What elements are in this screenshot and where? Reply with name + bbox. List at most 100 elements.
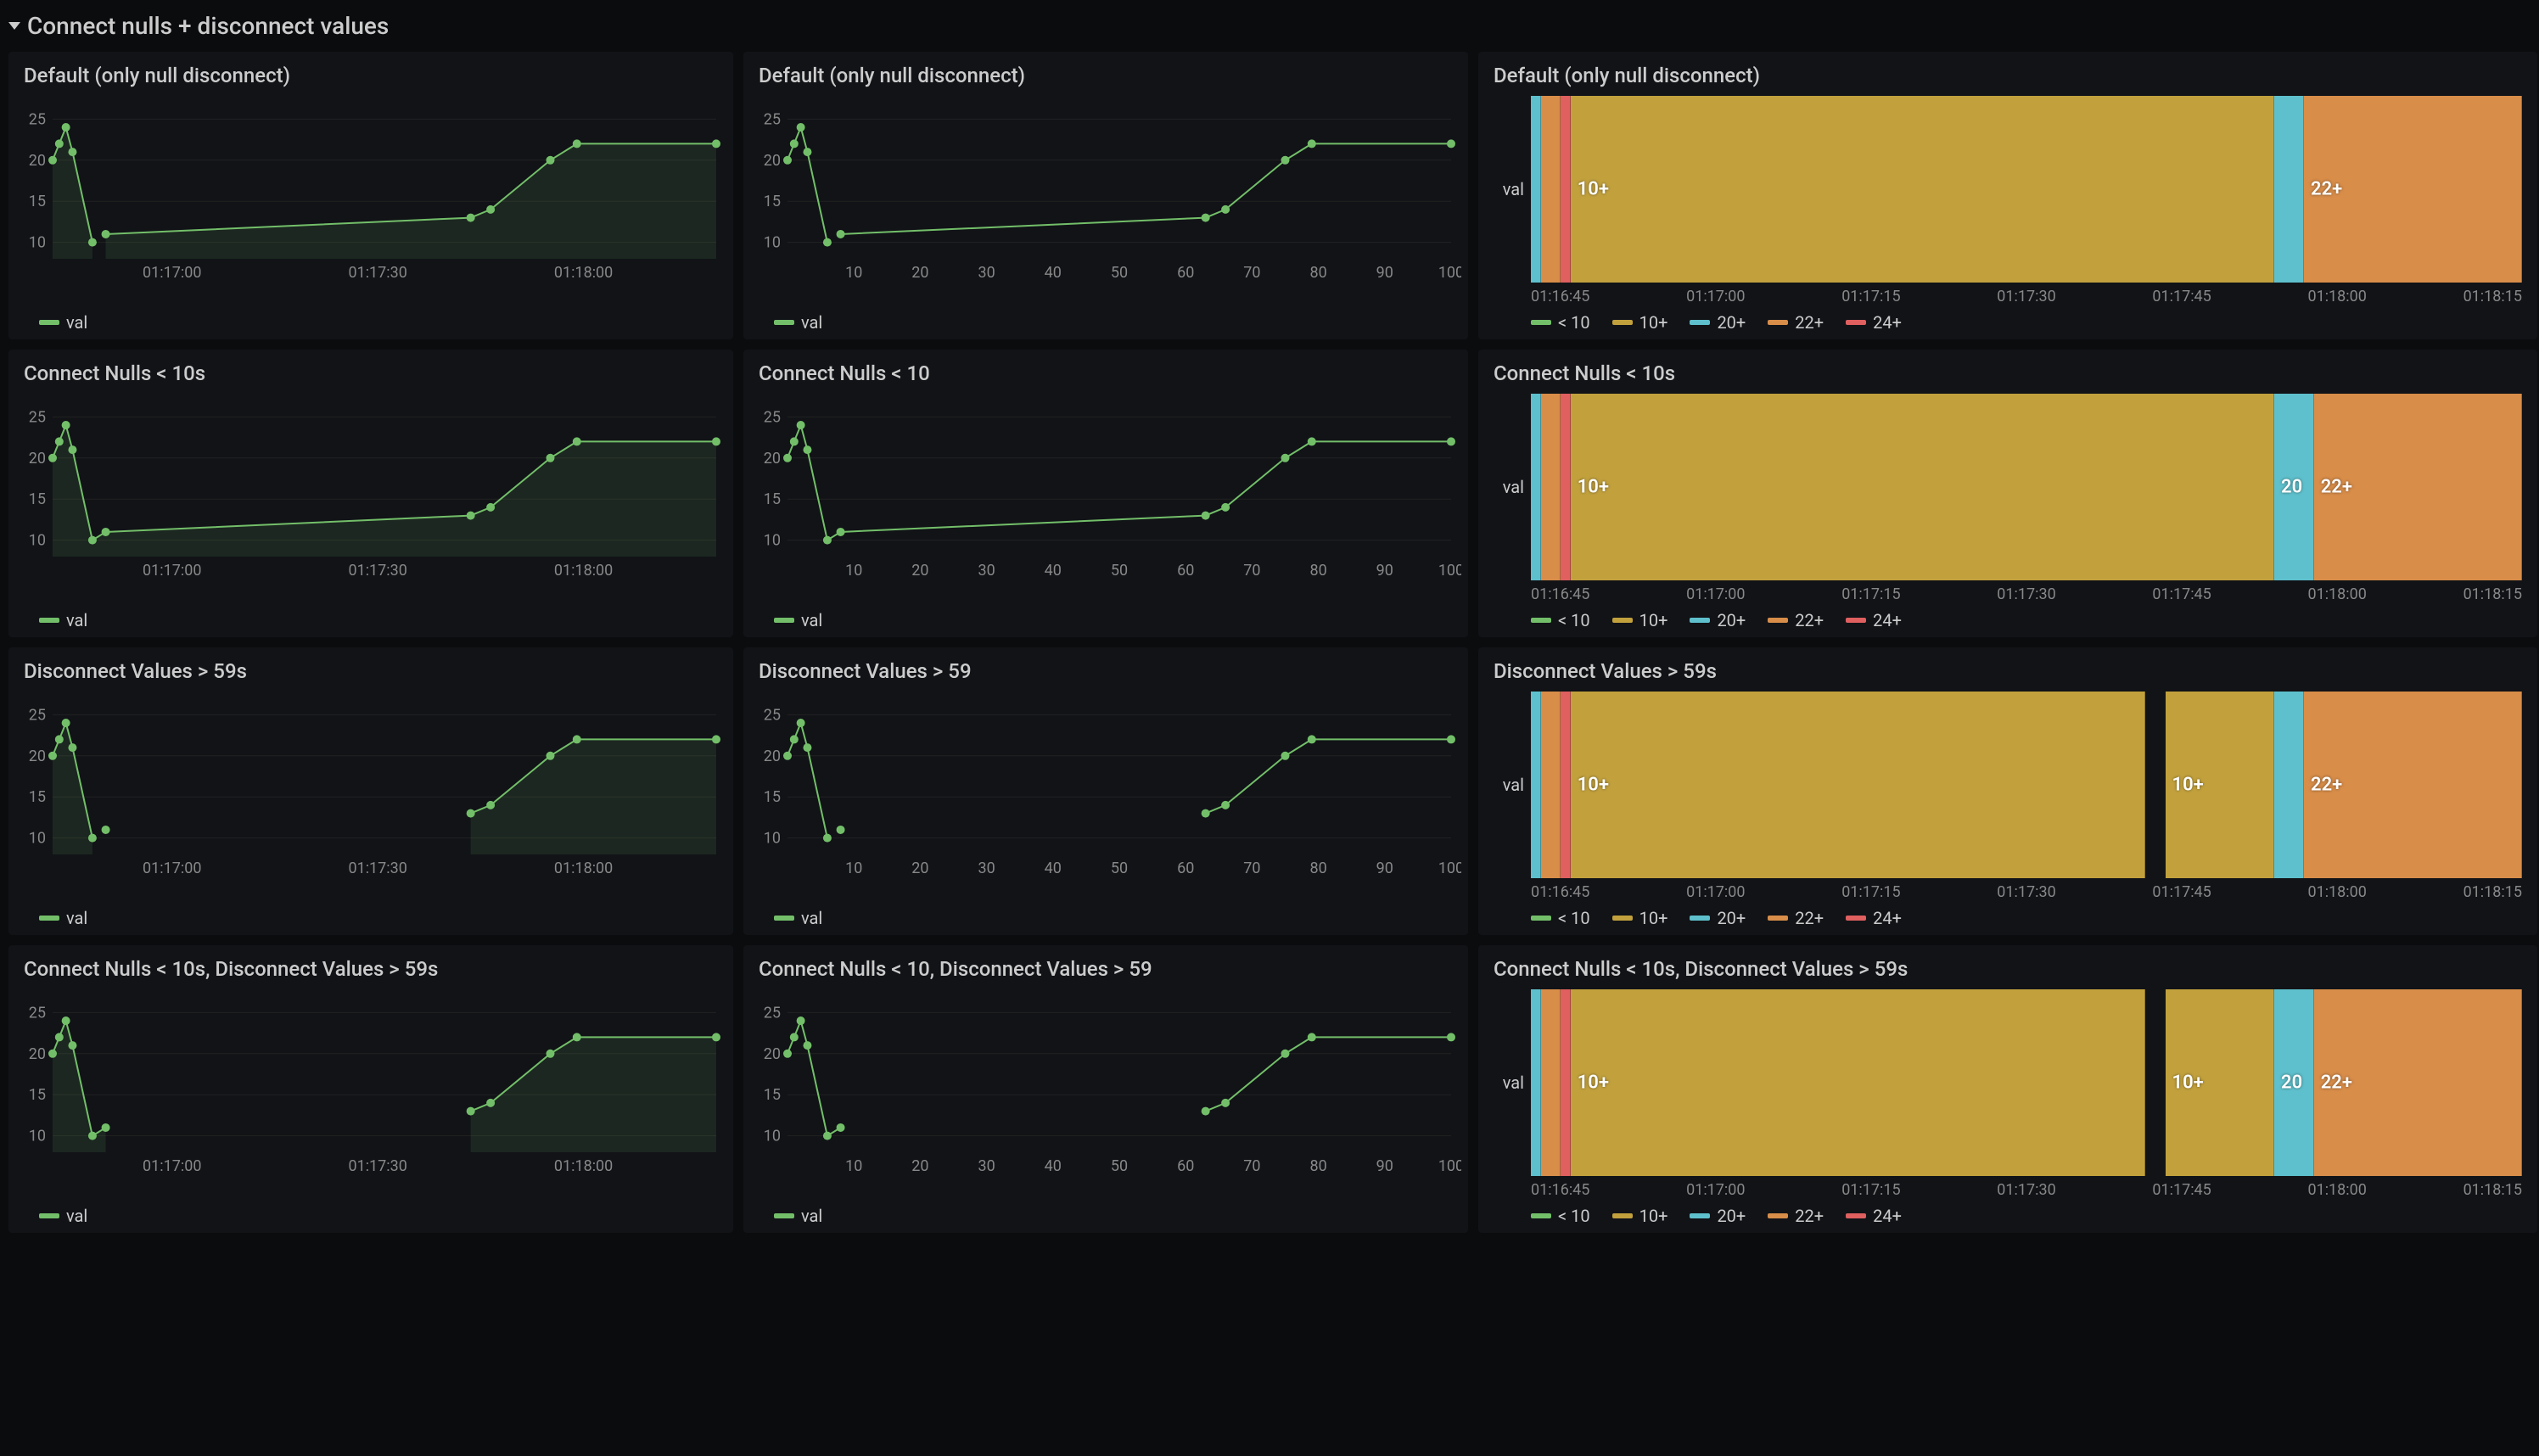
legend-item-val[interactable]: val: [774, 908, 822, 928]
svg-text:30: 30: [978, 264, 995, 282]
legend-item[interactable]: 22+: [1768, 610, 1824, 630]
panel-r3c3[interactable]: Disconnect Values > 59s val 10+10+22+ 01…: [1478, 647, 2537, 935]
chart-body[interactable]: val 10+10+22+ 01:16:4501:17:0001:17:1501…: [1485, 692, 2531, 928]
section-title: Connect nulls + disconnect values: [27, 12, 389, 40]
legend-item[interactable]: 24+: [1846, 1206, 1902, 1226]
chart-body[interactable]: 1015202501:17:0001:17:3001:18:00: [15, 394, 726, 605]
legend-item[interactable]: 20+: [1690, 312, 1746, 333]
panel-r3c2[interactable]: Disconnect Values > 59 10152025102030405…: [743, 647, 1468, 935]
panel-title: Disconnect Values > 59s: [15, 656, 726, 692]
svg-text:80: 80: [1309, 860, 1326, 877]
legend-item[interactable]: < 10: [1531, 312, 1590, 333]
legend-item[interactable]: 24+: [1846, 312, 1902, 333]
legend-item[interactable]: 10+: [1612, 610, 1668, 630]
legend-item[interactable]: 10+: [1612, 312, 1668, 333]
svg-text:25: 25: [764, 408, 781, 426]
legend-swatch: [1690, 916, 1710, 921]
chart-body[interactable]: 10152025102030405060708090100: [750, 96, 1461, 307]
legend-swatch: [1612, 320, 1633, 325]
panel-title: Connect Nulls < 10s: [1485, 358, 2531, 394]
legend-item-val[interactable]: val: [39, 1206, 87, 1226]
legend-item[interactable]: < 10: [1531, 1206, 1590, 1226]
legend-item-val[interactable]: val: [774, 1206, 822, 1226]
panel-title: Default (only null disconnect): [1485, 60, 2531, 96]
panel-r3c1[interactable]: Disconnect Values > 59s 1015202501:17:00…: [8, 647, 733, 935]
legend-item[interactable]: < 10: [1531, 908, 1590, 928]
legend-item[interactable]: 10+: [1612, 1206, 1668, 1226]
legend-item-val[interactable]: val: [39, 312, 87, 333]
chart-body[interactable]: 1015202501:17:0001:17:3001:18:00: [15, 96, 726, 307]
timeline-track[interactable]: 10+10+2022+: [1531, 989, 2522, 1176]
panel-r1c1[interactable]: Default (only null disconnect) 101520250…: [8, 52, 733, 339]
legend: < 10 10+ 20+ 22+ 24+: [1485, 1199, 2531, 1226]
legend-item[interactable]: 20+: [1690, 908, 1746, 928]
legend-item-val[interactable]: val: [39, 908, 87, 928]
svg-text:20: 20: [29, 152, 46, 170]
svg-text:10: 10: [845, 264, 862, 282]
section-header[interactable]: Connect nulls + disconnect values: [0, 0, 2539, 47]
panel-title: Connect Nulls < 10s: [15, 358, 726, 394]
timeline-track[interactable]: 10+2022+: [1531, 394, 2522, 580]
chart-body[interactable]: 10152025102030405060708090100: [750, 989, 1461, 1201]
svg-text:90: 90: [1376, 562, 1393, 580]
legend-item[interactable]: 10+: [1612, 908, 1668, 928]
legend-item-val[interactable]: val: [774, 610, 822, 630]
svg-text:15: 15: [764, 788, 781, 806]
panel-r2c2[interactable]: Connect Nulls < 10 101520251020304050607…: [743, 350, 1468, 637]
legend-label: 10+: [1639, 908, 1668, 928]
panel-r4c1[interactable]: Connect Nulls < 10s, Disconnect Values >…: [8, 945, 733, 1233]
legend-item[interactable]: 20+: [1690, 610, 1746, 630]
svg-text:80: 80: [1309, 264, 1326, 282]
panel-r1c3[interactable]: Default (only null disconnect) val 10+22…: [1478, 52, 2537, 339]
svg-text:20: 20: [911, 264, 928, 282]
chart-body[interactable]: 1015202501:17:0001:17:3001:18:00: [15, 989, 726, 1201]
legend-item[interactable]: 24+: [1846, 908, 1902, 928]
svg-text:01:17:30: 01:17:30: [348, 1157, 406, 1175]
legend: val: [15, 605, 726, 630]
panel-r4c2[interactable]: Connect Nulls < 10, Disconnect Values > …: [743, 945, 1468, 1233]
legend-swatch: [774, 618, 794, 623]
legend-item[interactable]: 22+: [1768, 1206, 1824, 1226]
svg-text:40: 40: [1045, 562, 1062, 580]
chart-body[interactable]: val 10+2022+ 01:16:4501:17:0001:17:1501:…: [1485, 394, 2531, 630]
svg-text:50: 50: [1111, 562, 1128, 580]
chart-body[interactable]: 10152025102030405060708090100: [750, 692, 1461, 903]
legend-item-val[interactable]: val: [39, 610, 87, 630]
svg-text:10: 10: [764, 830, 781, 848]
legend-label: 24+: [1873, 610, 1902, 630]
svg-text:50: 50: [1111, 264, 1128, 282]
svg-text:80: 80: [1309, 562, 1326, 580]
chart-body[interactable]: 1015202501:17:0001:17:3001:18:00: [15, 692, 726, 903]
panel-r4c3[interactable]: Connect Nulls < 10s, Disconnect Values >…: [1478, 945, 2537, 1233]
legend-label: val: [66, 312, 87, 333]
x-axis: 01:16:4501:17:0001:17:1501:17:3001:17:45…: [1485, 283, 2531, 305]
svg-text:20: 20: [764, 450, 781, 468]
legend-item[interactable]: 20+: [1690, 1206, 1746, 1226]
chart-body[interactable]: 10152025102030405060708090100: [750, 394, 1461, 605]
chart-body[interactable]: val 10+22+ 01:16:4501:17:0001:17:1501:17…: [1485, 96, 2531, 333]
svg-text:20: 20: [29, 1045, 46, 1063]
panel-r1c2[interactable]: Default (only null disconnect) 101520251…: [743, 52, 1468, 339]
panel-title: Connect Nulls < 10s, Disconnect Values >…: [15, 954, 726, 989]
legend: val: [750, 307, 1461, 333]
timeline-track[interactable]: 10+22+: [1531, 96, 2522, 283]
legend-label: 20+: [1717, 312, 1746, 333]
svg-text:50: 50: [1111, 860, 1128, 877]
legend-swatch: [1612, 618, 1633, 623]
series-label: val: [1485, 96, 1531, 283]
legend-swatch: [1768, 1213, 1788, 1218]
timeline-track[interactable]: 10+10+22+: [1531, 692, 2522, 878]
series-label: val: [1485, 692, 1531, 878]
legend-item[interactable]: < 10: [1531, 610, 1590, 630]
legend-item[interactable]: 24+: [1846, 610, 1902, 630]
series-label: val: [1485, 989, 1531, 1176]
legend-item[interactable]: 22+: [1768, 908, 1824, 928]
legend-item-val[interactable]: val: [774, 312, 822, 333]
chart-body[interactable]: val 10+10+2022+ 01:16:4501:17:0001:17:15…: [1485, 989, 2531, 1226]
panel-r2c3[interactable]: Connect Nulls < 10s val 10+2022+ 01:16:4…: [1478, 350, 2537, 637]
legend-item[interactable]: 22+: [1768, 312, 1824, 333]
panel-r2c1[interactable]: Connect Nulls < 10s 1015202501:17:0001:1…: [8, 350, 733, 637]
legend-label: val: [801, 312, 822, 333]
legend-label: 22+: [1795, 610, 1824, 630]
legend-swatch: [1846, 916, 1866, 921]
